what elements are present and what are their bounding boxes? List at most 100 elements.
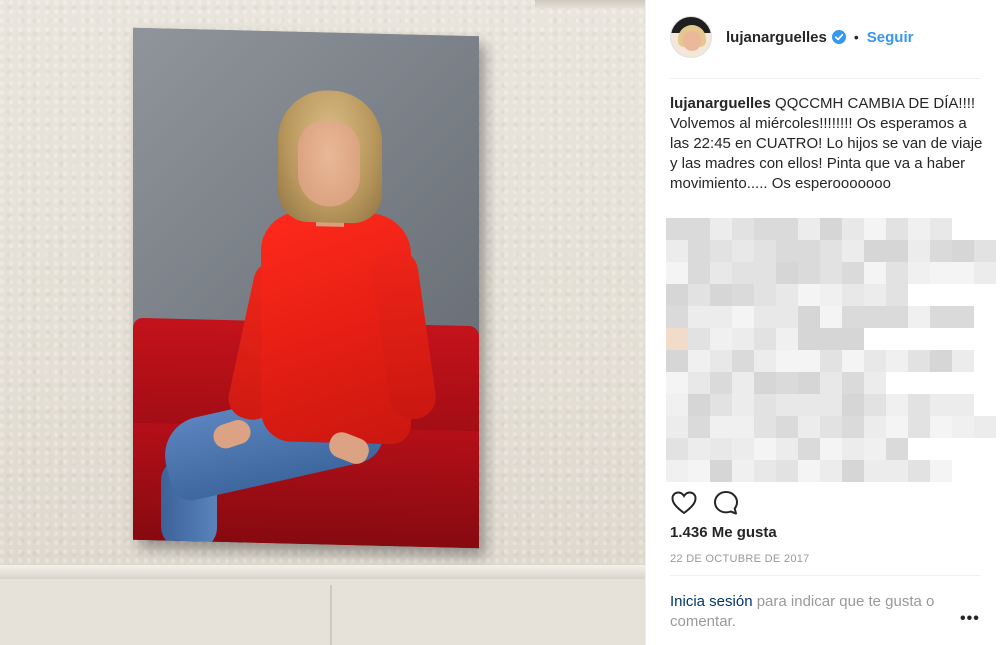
blur-pixel [754, 218, 776, 240]
blur-pixel [930, 240, 952, 262]
blur-pixel [930, 218, 952, 240]
blur-pixel [688, 394, 710, 416]
likes-count[interactable]: 1.436 Me gusta [670, 524, 777, 541]
blur-pixel [974, 240, 996, 262]
blur-pixel [732, 350, 754, 372]
blur-pixel [952, 240, 974, 262]
blurred-comment-row [666, 218, 996, 240]
blur-pixel [842, 394, 864, 416]
header-divider [670, 78, 980, 79]
blur-pixel [908, 394, 930, 416]
lower-panel-seam [330, 585, 332, 645]
blur-pixel [776, 460, 798, 482]
blur-pixel [886, 350, 908, 372]
blur-pixel [952, 262, 974, 284]
blurred-comment-row [666, 394, 996, 416]
blur-pixel [798, 394, 820, 416]
blurred-comment-row [666, 372, 996, 394]
blur-pixel [842, 306, 864, 328]
blur-pixel [798, 240, 820, 262]
blur-pixel [710, 460, 732, 482]
action-bar [670, 488, 740, 518]
blur-pixel [864, 240, 886, 262]
blurred-comment-row [666, 284, 996, 306]
blur-pixel [908, 306, 930, 328]
post-header: lujanarguelles • Seguir [670, 14, 980, 60]
blur-pixel [688, 306, 710, 328]
blur-pixel [666, 350, 688, 372]
blur-pixel [754, 262, 776, 284]
blur-pixel [776, 262, 798, 284]
post-photo[interactable] [0, 0, 645, 645]
blur-pixel [754, 350, 776, 372]
blur-pixel [666, 262, 688, 284]
blur-pixel [842, 328, 864, 350]
blur-pixel [666, 416, 688, 438]
blur-pixel [776, 240, 798, 262]
blurred-comment-row [666, 240, 996, 262]
post-date: 22 DE OCTUBRE DE 2017 [670, 553, 810, 565]
blur-pixel [930, 306, 952, 328]
blur-pixel [820, 372, 842, 394]
blur-pixel [886, 240, 908, 262]
blur-pixel [842, 218, 864, 240]
lower-wall [0, 579, 645, 645]
blur-pixel [864, 372, 886, 394]
blur-pixel [776, 218, 798, 240]
blur-pixel [842, 372, 864, 394]
blur-pixel [864, 306, 886, 328]
blur-pixel [754, 416, 776, 438]
blur-pixel [754, 284, 776, 306]
comment-icon[interactable] [712, 489, 740, 517]
blur-pixel [908, 416, 930, 438]
blur-pixel [798, 284, 820, 306]
blur-pixel [930, 394, 952, 416]
follow-button[interactable]: Seguir [867, 29, 914, 46]
blur-pixel [732, 438, 754, 460]
blur-pixel [842, 240, 864, 262]
blurred-comments [666, 218, 996, 484]
framed-portrait [133, 27, 479, 549]
blurred-comment-row [666, 416, 996, 438]
blur-pixel [732, 416, 754, 438]
blur-pixel [820, 460, 842, 482]
post-sidebar: lujanarguelles • Seguir lujanarguelles Q… [646, 0, 1000, 645]
avatar[interactable] [670, 16, 712, 58]
blurred-comment-row [666, 328, 996, 350]
blur-pixel [820, 416, 842, 438]
heart-icon[interactable] [670, 489, 698, 517]
blur-pixel [666, 394, 688, 416]
caption-username[interactable]: lujanarguelles [670, 95, 771, 112]
login-link[interactable]: Inicia sesión [670, 593, 753, 610]
blur-pixel [952, 416, 974, 438]
blur-pixel [952, 394, 974, 416]
blur-pixel [688, 416, 710, 438]
blur-pixel [688, 262, 710, 284]
blur-pixel [666, 306, 688, 328]
blur-pixel [886, 394, 908, 416]
blur-pixel [666, 328, 688, 350]
blur-pixel [688, 350, 710, 372]
verified-badge-icon [831, 30, 846, 44]
blur-pixel [688, 328, 710, 350]
header-username[interactable]: lujanarguelles [726, 29, 827, 46]
blur-pixel [710, 328, 732, 350]
blur-pixel [710, 284, 732, 306]
blur-pixel [886, 284, 908, 306]
blur-pixel [842, 350, 864, 372]
blur-pixel [732, 284, 754, 306]
more-options-icon[interactable]: ••• [960, 610, 980, 628]
blur-pixel [754, 306, 776, 328]
blur-pixel [864, 262, 886, 284]
post-caption: lujanarguelles QQCCMH CAMBIA DE DÍA!!!! … [670, 94, 988, 194]
blur-pixel [864, 284, 886, 306]
blur-pixel [820, 306, 842, 328]
blur-pixel [688, 438, 710, 460]
blur-pixel [666, 218, 688, 240]
blur-pixel [864, 460, 886, 482]
blur-pixel [688, 240, 710, 262]
blur-pixel [732, 394, 754, 416]
blur-pixel [754, 372, 776, 394]
blur-pixel [710, 394, 732, 416]
blur-pixel [820, 284, 842, 306]
